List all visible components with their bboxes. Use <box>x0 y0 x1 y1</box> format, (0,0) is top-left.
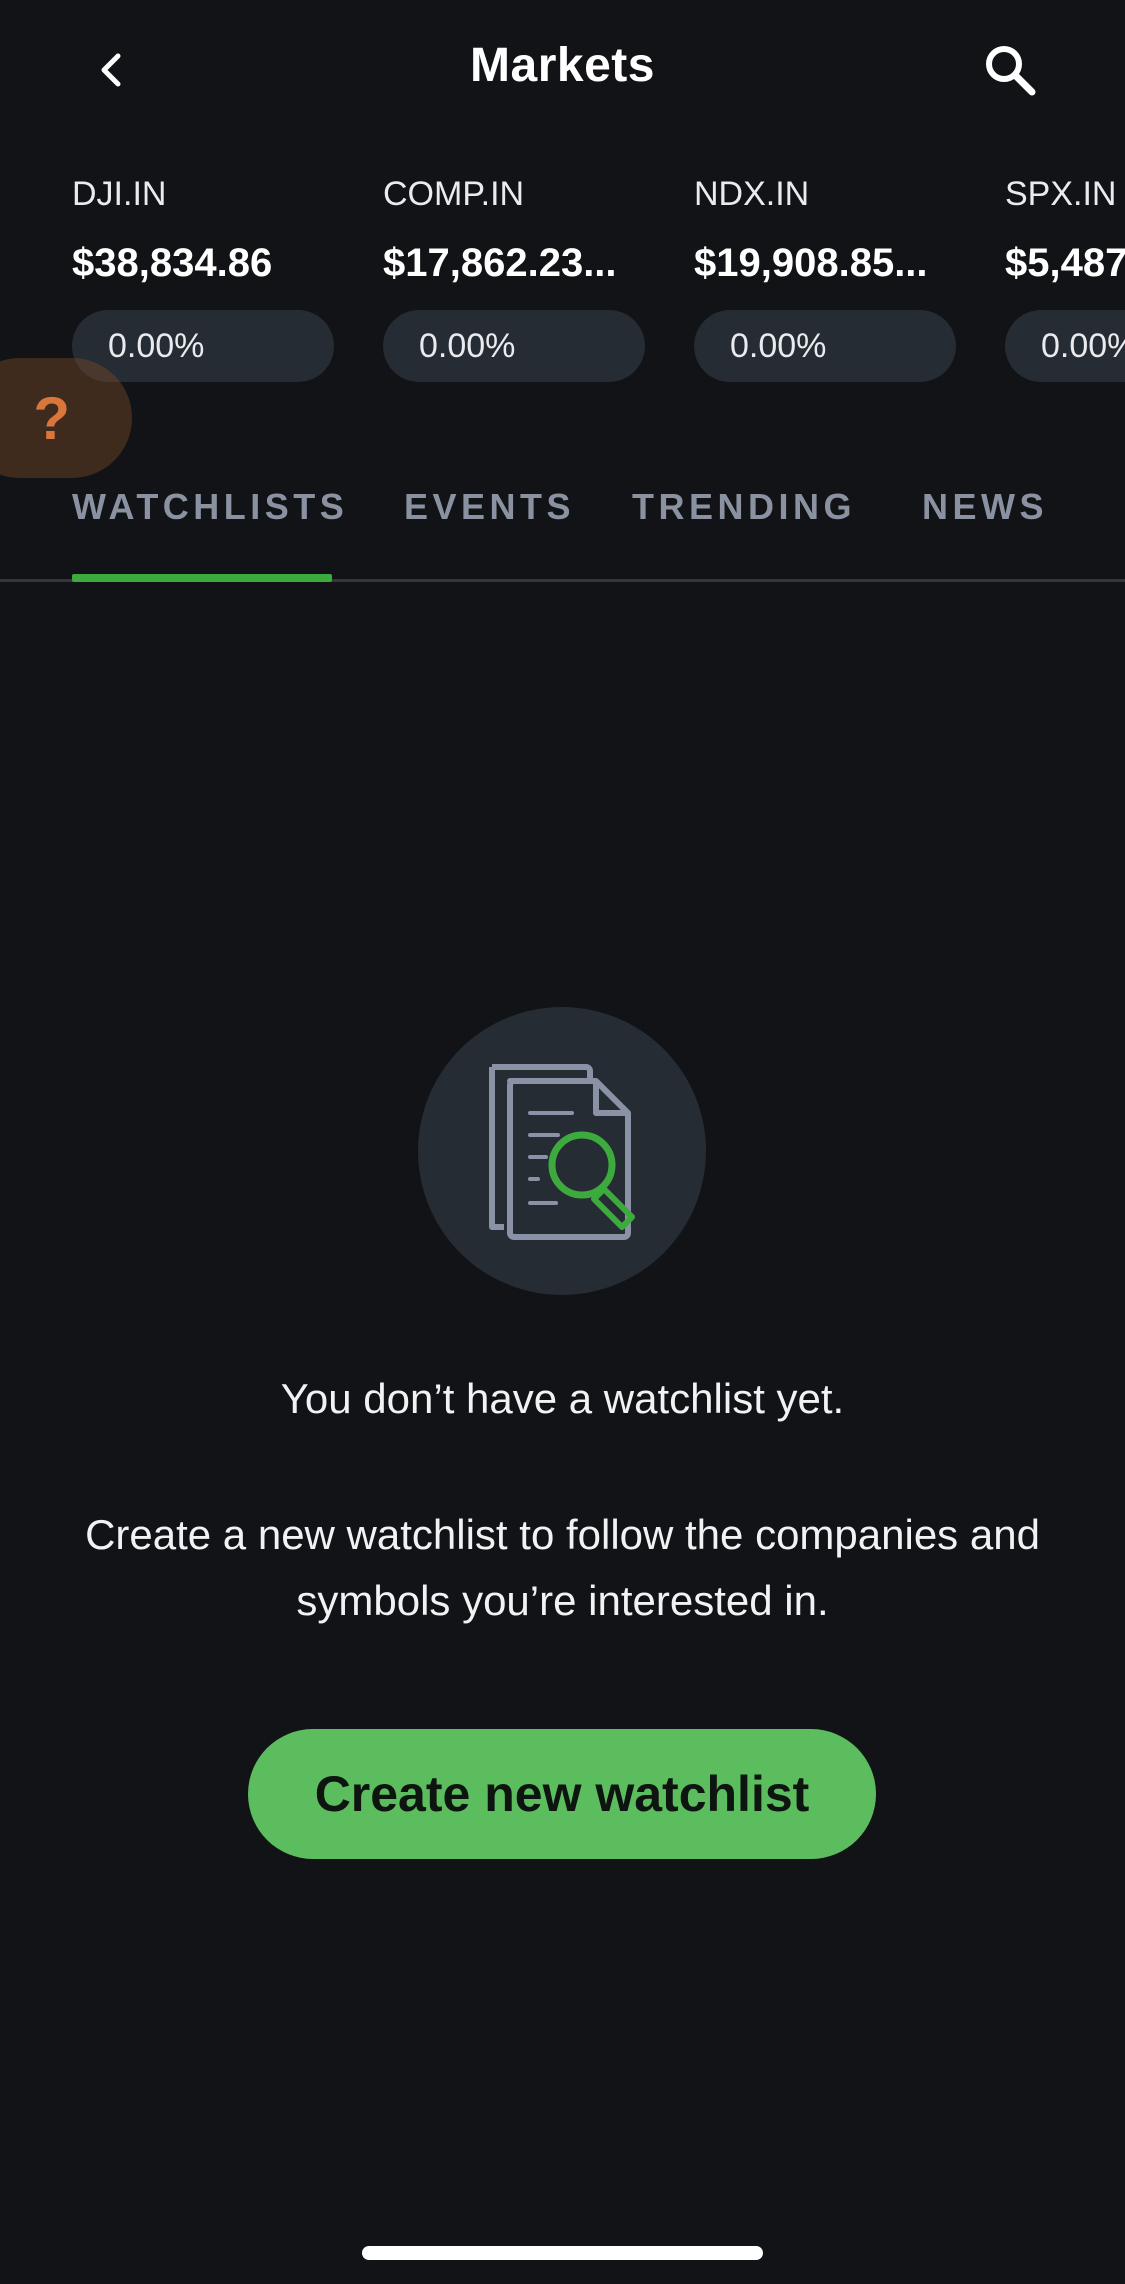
tab-watchlists[interactable]: WATCHLISTS <box>72 486 348 528</box>
ticker-price: $5,487 <box>1005 241 1125 285</box>
question-mark-icon: ? <box>33 384 70 452</box>
search-icon <box>986 46 1036 96</box>
tab-trending[interactable]: TRENDING <box>632 486 856 528</box>
ticker-change-pill: 0.00% <box>383 310 645 382</box>
ticker-price: $19,908.85... <box>694 241 928 285</box>
ticker-strip[interactable]: DJI.IN $38,834.86 0.00% COMP.IN $17,862.… <box>0 160 1125 390</box>
ticker-price: $38,834.86 <box>72 241 273 285</box>
ticker-card[interactable]: NDX.IN $19,908.85... 0.00% <box>694 160 964 382</box>
empty-state-illustration <box>418 1007 706 1295</box>
ticker-price: $17,862.23... <box>383 241 617 285</box>
tab-events[interactable]: EVENTS <box>404 486 575 528</box>
help-button[interactable]: ? <box>0 358 132 478</box>
page-title: Markets <box>470 39 655 92</box>
ticker-symbol: NDX.IN <box>694 175 810 213</box>
document-search-icon <box>489 1064 635 1240</box>
ticker-symbol: SPX.IN <box>1005 175 1117 213</box>
ticker-card[interactable]: SPX.IN $5,487 0.00% <box>1005 160 1125 382</box>
ticker-change-pill: 0.00% <box>1005 310 1125 382</box>
create-watchlist-button[interactable]: Create new watchlist <box>248 1729 876 1859</box>
active-tab-indicator <box>72 574 332 582</box>
home-indicator[interactable] <box>362 2246 763 2260</box>
empty-state-title: You don’t have a watchlist yet. <box>280 1375 845 1422</box>
ticker-card[interactable]: COMP.IN $17,862.23... 0.00% <box>383 160 653 382</box>
ticker-symbol: DJI.IN <box>72 175 167 213</box>
ticker-symbol: COMP.IN <box>383 175 525 213</box>
tab-bar: WATCHLISTS EVENTS TRENDING NEWS <box>0 470 1125 582</box>
ticker-card[interactable]: DJI.IN $38,834.86 0.00% <box>72 160 342 382</box>
search-button[interactable] <box>970 30 1050 110</box>
tab-news[interactable]: NEWS <box>922 486 1048 528</box>
empty-state-description: Create a new watchlist to follow the com… <box>85 1511 1040 1624</box>
ticker-change-pill: 0.00% <box>72 310 334 382</box>
ticker-change-pill: 0.00% <box>694 310 956 382</box>
